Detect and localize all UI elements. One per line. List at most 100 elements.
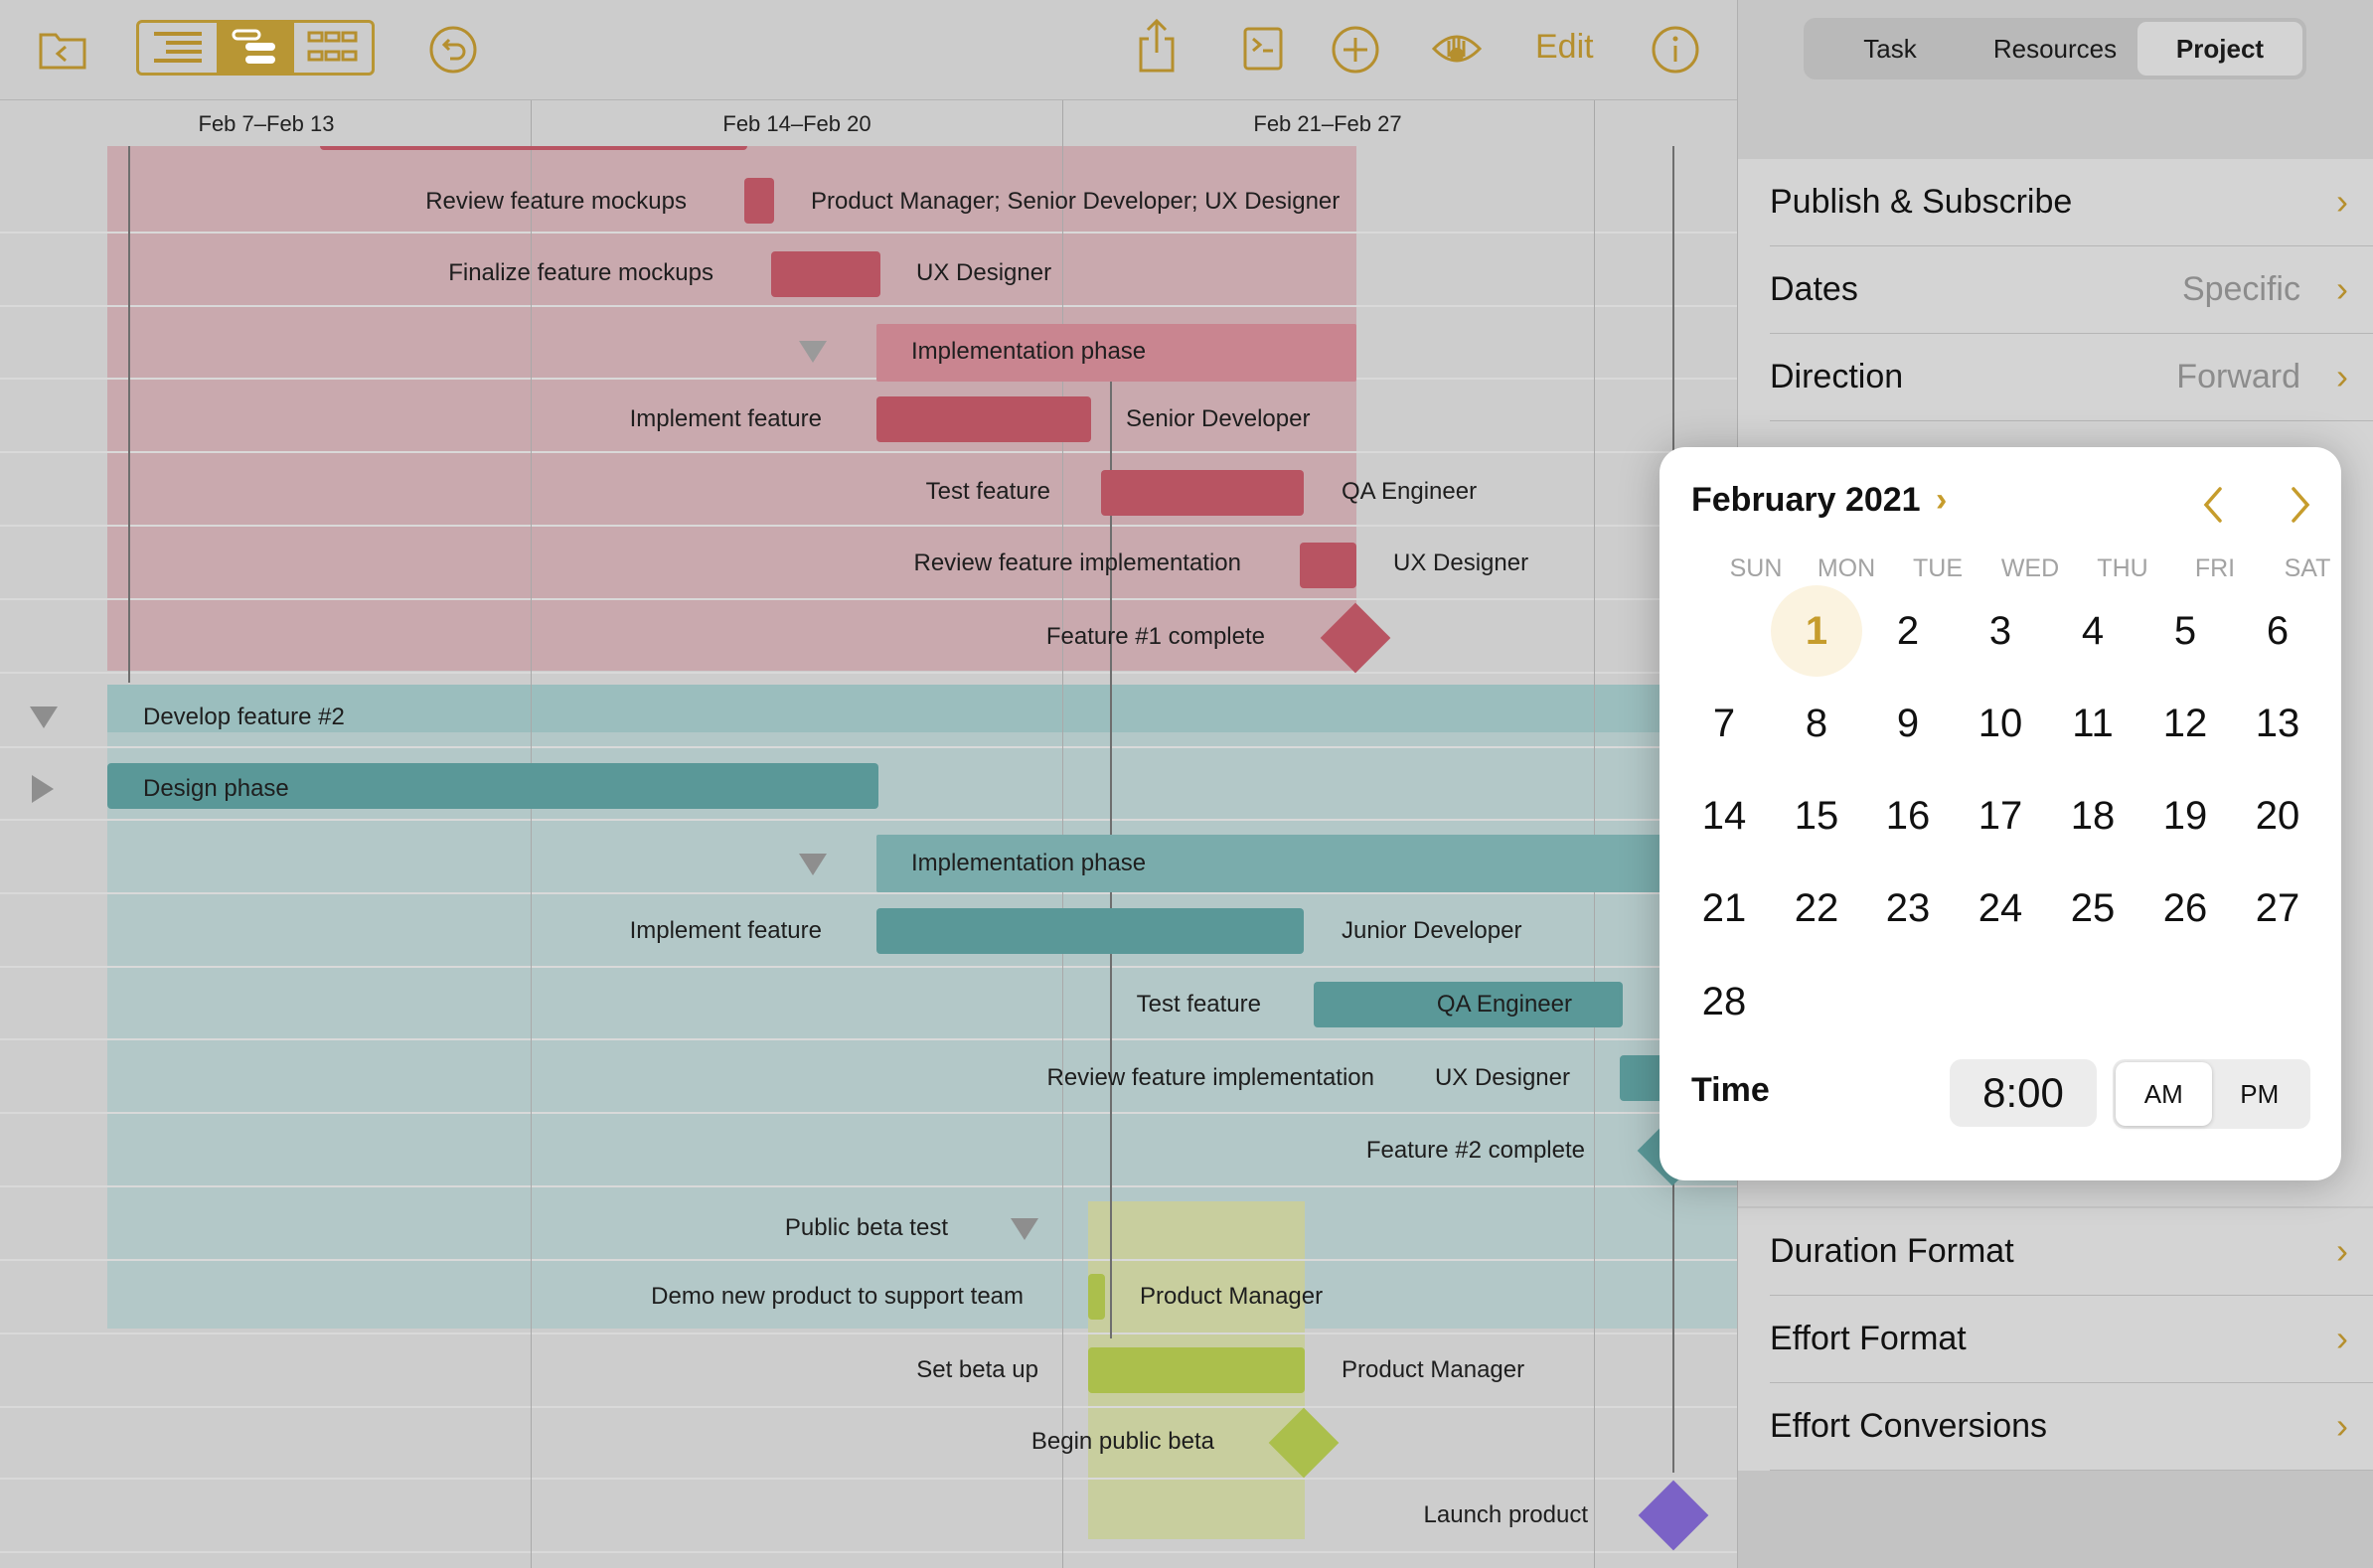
weekday-header: SAT: [2284, 554, 2331, 582]
tab-project[interactable]: Project: [2137, 22, 2302, 76]
day-cell[interactable]: 3: [1955, 585, 2046, 677]
edit-button[interactable]: Edit: [1535, 28, 1594, 67]
day-cell[interactable]: 26: [2139, 862, 2231, 954]
task-bar[interactable]: [1088, 1274, 1105, 1320]
feature-2-summary-bar[interactable]: [107, 685, 1737, 732]
day-cell[interactable]: 24: [1955, 862, 2046, 954]
day-cell[interactable]: 20: [2232, 770, 2323, 862]
resource-label: Product Manager; Senior Developer; UX De…: [811, 188, 1341, 215]
view-options-icon[interactable]: [1431, 26, 1483, 72]
task-bar[interactable]: [320, 146, 747, 150]
day-cell[interactable]: 4: [2047, 585, 2138, 677]
collapse-triangle-icon[interactable]: [1011, 1218, 1038, 1240]
day-cell[interactable]: 6: [2232, 585, 2323, 677]
day-cell[interactable]: 25: [2047, 862, 2138, 954]
task-label: Demo new product to support team: [651, 1283, 1024, 1310]
collapse-triangle-icon[interactable]: [799, 854, 827, 875]
task-bar[interactable]: [876, 908, 1304, 954]
day-cell[interactable]: 21: [1678, 862, 1770, 954]
resource-label: UX Designer: [1393, 549, 1529, 576]
day-cell[interactable]: 12: [2139, 678, 2231, 769]
resource-label: Product Manager: [1342, 1356, 1525, 1383]
terminal-icon[interactable]: [1242, 26, 1284, 72]
effort-format-row[interactable]: Effort Format ›: [1738, 1296, 2373, 1383]
month-year-button[interactable]: February 2021 ›: [1691, 481, 1947, 520]
time-field[interactable]: 8:00: [1950, 1059, 2097, 1127]
day-cell[interactable]: 5: [2139, 585, 2231, 677]
row-separator: [0, 819, 1737, 821]
back-to-documents-icon[interactable]: [36, 26, 89, 72]
gantt-view-icon[interactable]: [217, 23, 294, 73]
info-icon[interactable]: [1650, 24, 1701, 76]
tab-task[interactable]: Task: [1808, 22, 1973, 76]
am-pm-segmented-control: AM PM: [2113, 1059, 2310, 1129]
day-cell[interactable]: 18: [2047, 770, 2138, 862]
row-separator: [0, 525, 1737, 527]
day-cell[interactable]: 23: [1862, 862, 1954, 954]
task-bar[interactable]: [1101, 470, 1304, 516]
dates-row[interactable]: Dates Specific ›: [1738, 246, 2373, 334]
pm-button[interactable]: PM: [2212, 1062, 2308, 1126]
task-bar[interactable]: [1300, 543, 1356, 588]
task-bar[interactable]: [876, 396, 1091, 442]
effort-conversions-row[interactable]: Effort Conversions ›: [1738, 1383, 2373, 1471]
gantt-chart[interactable]: Review feature mockups Product Manager; …: [0, 146, 1737, 1568]
task-bar[interactable]: [744, 178, 774, 224]
day-cell[interactable]: 22: [1771, 862, 1862, 954]
previous-month-button[interactable]: [2192, 483, 2236, 527]
row-label: Publish & Subscribe: [1770, 183, 2073, 221]
toolbar: Edit: [0, 0, 1737, 100]
task-label: Implement feature: [629, 405, 822, 432]
task-label: Implementation phase: [911, 338, 1147, 365]
day-cell[interactable]: 15: [1771, 770, 1862, 862]
outline-view-icon[interactable]: [139, 23, 217, 73]
day-cell[interactable]: 27: [2232, 862, 2323, 954]
collapse-triangle-icon[interactable]: [799, 341, 827, 363]
day-cell[interactable]: 14: [1678, 770, 1770, 862]
milestone-diamond[interactable]: [1638, 1480, 1709, 1551]
week-label: Feb 21–Feb 27: [1253, 111, 1402, 136]
task-bar[interactable]: [771, 251, 880, 297]
row-separator: [0, 378, 1737, 380]
day-cell[interactable]: 17: [1955, 770, 2046, 862]
day-cell[interactable]: 19: [2139, 770, 2231, 862]
row-label: Effort Format: [1770, 1320, 1967, 1357]
day-cell[interactable]: 8: [1771, 678, 1862, 769]
task-label: Public beta test: [784, 1214, 948, 1241]
share-icon[interactable]: [1135, 18, 1179, 74]
resource-label: QA Engineer: [1342, 478, 1478, 505]
direction-row[interactable]: Direction Forward ›: [1738, 334, 2373, 421]
collapse-triangle-icon[interactable]: [30, 706, 58, 728]
day-cell[interactable]: 10: [1955, 678, 2046, 769]
task-bar[interactable]: [1088, 1347, 1305, 1393]
week-divider: [1062, 100, 1063, 146]
undo-icon[interactable]: [427, 24, 479, 76]
day-cell[interactable]: 7: [1678, 678, 1770, 769]
network-view-icon[interactable]: [294, 23, 372, 73]
resource-label: Junior Developer: [1342, 917, 1522, 944]
task-label: Develop feature #2: [143, 704, 345, 730]
next-month-button[interactable]: [2278, 483, 2321, 527]
inspector-tabs: Task Resources Project: [1804, 18, 2306, 79]
duration-format-row[interactable]: Duration Format ›: [1738, 1208, 2373, 1296]
add-icon[interactable]: [1330, 24, 1381, 76]
task-label: Review feature implementation: [913, 549, 1242, 576]
resource-label: UX Designer: [1434, 1064, 1570, 1091]
milestone-label: Begin public beta: [1030, 1428, 1214, 1455]
day-cell[interactable]: 9: [1862, 678, 1954, 769]
publish-subscribe-row[interactable]: Publish & Subscribe ›: [1738, 159, 2373, 246]
tab-resources[interactable]: Resources: [1973, 22, 2137, 76]
am-button[interactable]: AM: [2116, 1062, 2212, 1126]
chevron-right-icon: ›: [2336, 1230, 2348, 1271]
expand-triangle-icon[interactable]: [32, 775, 54, 803]
row-separator: [0, 966, 1737, 968]
day-cell[interactable]: 28: [1678, 956, 1770, 1047]
day-cell[interactable]: 16: [1862, 770, 1954, 862]
chevron-right-icon: [2292, 487, 2310, 523]
day-cell-selected[interactable]: 1: [1771, 585, 1862, 677]
day-cell[interactable]: 13: [2232, 678, 2323, 769]
day-cell[interactable]: 11: [2047, 678, 2138, 769]
chevron-right-icon: ›: [2336, 1318, 2348, 1358]
chevron-right-icon: ›: [2336, 356, 2348, 396]
day-cell[interactable]: 2: [1862, 585, 1954, 677]
